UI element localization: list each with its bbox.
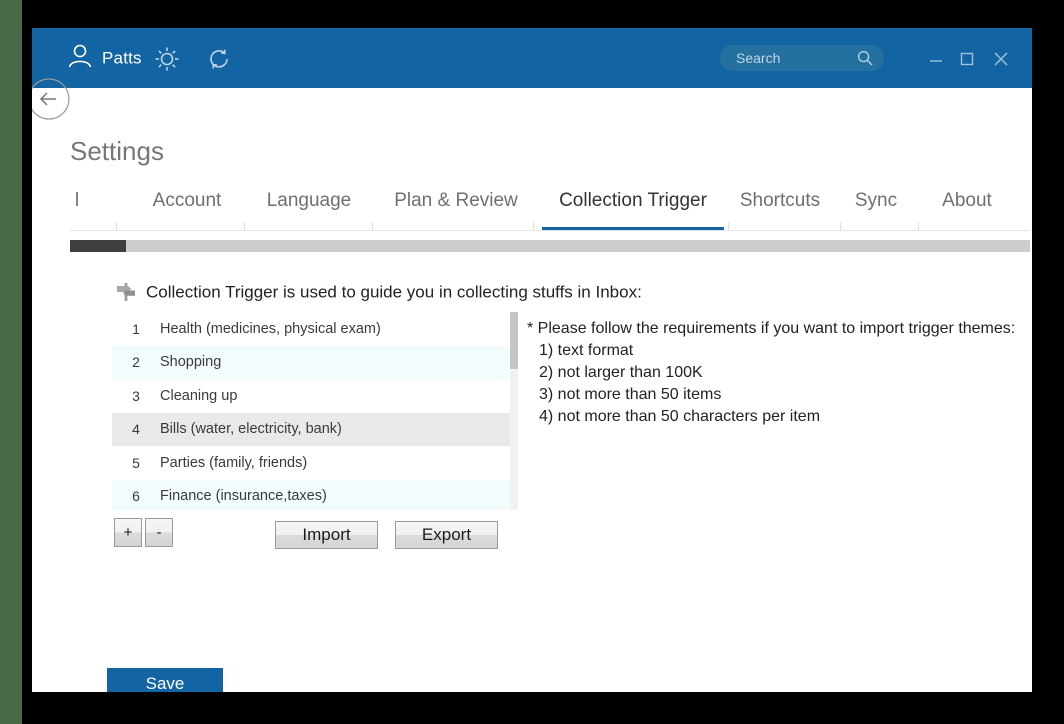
list-item-index: 4 <box>132 421 140 438</box>
list-item[interactable]: 3 Cleaning up <box>112 379 517 413</box>
list-item[interactable]: 4 Bills (water, electricity, bank) <box>112 412 517 446</box>
list-item[interactable]: 1 Health (medicines, physical exam) <box>112 312 517 346</box>
page-title: Settings <box>70 136 164 166</box>
list-item[interactable]: 5 Parties (family, friends) <box>112 446 517 480</box>
list-item-index: 5 <box>132 454 140 471</box>
tab-shortcuts[interactable]: Shortcuts <box>732 186 828 230</box>
signpost-icon <box>114 280 138 304</box>
intro-text: Collection Trigger is used to guide you … <box>146 282 642 302</box>
list-item[interactable]: 2 Shopping <box>112 345 517 379</box>
desktop-left-strip <box>0 0 22 724</box>
maximize-button[interactable] <box>956 48 978 70</box>
minimize-button[interactable] <box>925 48 947 70</box>
gear-icon[interactable] <box>152 44 182 74</box>
import-requirements-panel: * Please follow the requirements if you … <box>527 318 1027 428</box>
settings-tabs: l Account Language Plan & Review Collection … <box>70 186 1030 231</box>
remove-item-button[interactable]: - <box>145 518 173 547</box>
settings-window: Patts Search Settings l Account Language… <box>32 28 1032 692</box>
tab-separator <box>372 222 373 231</box>
list-item[interactable]: 6 Finance (insurance,taxes) <box>112 479 517 510</box>
requirements-heading: * Please follow the requirements if you … <box>527 320 1016 337</box>
requirement-item: 1) text format <box>539 342 634 359</box>
tab-separator <box>918 222 919 231</box>
title-bar: Patts Search <box>32 28 1032 88</box>
tab-account[interactable]: Account <box>148 186 226 230</box>
tab-l[interactable]: l <box>70 186 84 230</box>
search-icon[interactable] <box>857 50 873 66</box>
tab-separator <box>533 222 534 231</box>
tab-sync[interactable]: Sync <box>852 186 900 230</box>
back-arrow-icon[interactable] <box>32 78 70 120</box>
save-button[interactable]: Save <box>107 668 223 692</box>
trigger-list-scrollbar[interactable] <box>510 312 518 510</box>
tab-collection-trigger[interactable]: Collection Trigger <box>542 186 724 230</box>
list-item-label: Shopping <box>160 354 222 370</box>
tab-separator <box>116 222 117 231</box>
tab-about[interactable]: About <box>936 186 998 230</box>
search-placeholder: Search <box>736 50 781 66</box>
user-icon[interactable] <box>64 42 96 74</box>
list-item-index: 3 <box>132 387 140 404</box>
tab-plan-review[interactable]: Plan & Review <box>388 186 524 230</box>
screen: Patts Search Settings l Account Language… <box>0 0 1064 724</box>
requirement-item: 2) not larger than 100K <box>539 364 703 381</box>
tab-language[interactable]: Language <box>262 186 356 230</box>
list-item-label: Parties (family, friends) <box>160 454 308 471</box>
requirement-item: 4) not more than 50 characters per item <box>539 408 821 425</box>
trigger-list[interactable]: 1 Health (medicines, physical exam) 2 Shopp… <box>112 312 517 510</box>
list-item-label: Cleaning up <box>160 387 238 404</box>
list-item-label: Finance (insurance,taxes) <box>160 488 327 504</box>
list-item-index: 1 <box>132 320 140 337</box>
search-input[interactable]: Search <box>720 45 884 71</box>
tabs-scrollbar-thumb[interactable] <box>70 240 126 252</box>
export-button[interactable]: Export <box>395 521 498 549</box>
username-label: Patts <box>102 48 142 68</box>
tab-separator <box>244 222 245 231</box>
sync-refresh-icon[interactable] <box>204 44 234 74</box>
requirement-item: 3) not more than 50 items <box>539 386 722 403</box>
tabs-horizontal-scrollbar[interactable] <box>70 240 1030 252</box>
import-button[interactable]: Import <box>275 521 378 549</box>
add-item-button[interactable]: + <box>114 518 142 547</box>
list-item-index: 2 <box>132 354 140 371</box>
trigger-list-scrollbar-thumb[interactable] <box>510 312 518 369</box>
tab-separator <box>840 222 841 231</box>
list-item-label: Health (medicines, physical exam) <box>160 320 381 337</box>
list-item-index: 6 <box>132 488 140 505</box>
close-button[interactable] <box>990 48 1012 70</box>
list-item-label: Bills (water, electricity, bank) <box>160 421 342 437</box>
tab-separator <box>728 222 729 231</box>
